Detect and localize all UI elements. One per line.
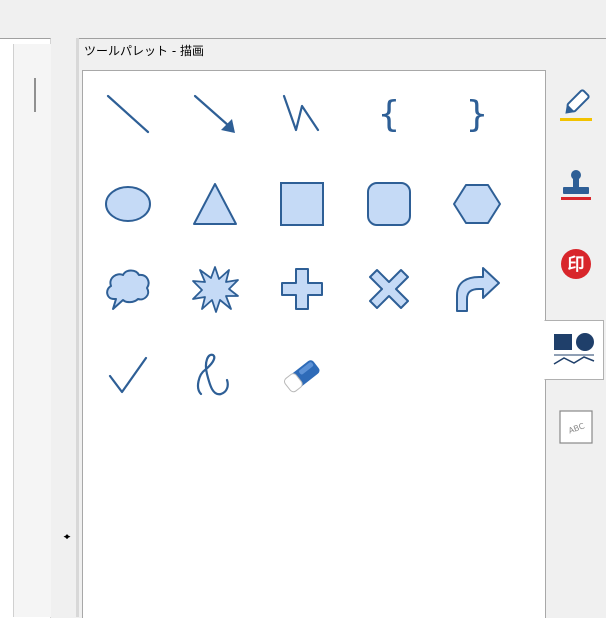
curved-arrow-tool[interactable] [449, 261, 505, 317]
checkmark-tool[interactable] [100, 348, 156, 404]
highlighter-tab[interactable] [548, 76, 604, 134]
right-brace-tool[interactable]: } [449, 86, 505, 142]
cloud-callout-icon [106, 269, 150, 310]
eraser-icon [284, 360, 320, 393]
document-edge [0, 50, 14, 617]
arrow-tool[interactable] [187, 86, 243, 142]
svg-text:}: } [466, 94, 488, 135]
triangle-icon [193, 183, 237, 225]
cross-tool[interactable] [361, 261, 417, 317]
shapes-icon [553, 333, 595, 365]
seal-icon: 印 [561, 249, 591, 279]
stamp-icon [561, 170, 591, 200]
rounded-rectangle-tool[interactable] [361, 176, 417, 232]
rectangle-tool[interactable] [274, 176, 330, 232]
text-box-icon: ABC [559, 410, 593, 444]
rectangle-icon [280, 182, 324, 226]
left-brace-icon: { [378, 94, 400, 135]
ellipse-icon [105, 186, 151, 222]
hexagon-icon [453, 184, 501, 224]
triangle-tool[interactable] [187, 176, 243, 232]
right-brace-icon: } [466, 94, 488, 135]
highlighter-icon [560, 89, 592, 121]
polyline-icon [282, 94, 320, 132]
line-icon [106, 94, 150, 134]
plus-tool[interactable] [274, 261, 330, 317]
eraser-tool[interactable] [274, 348, 330, 404]
left-brace-tool[interactable]: { [361, 86, 417, 142]
seal-tab[interactable]: 印 [548, 235, 604, 293]
cross-icon [369, 269, 409, 309]
splitter-grip-icon[interactable]: ◂▸ [58, 531, 74, 543]
drawing-tools-panel: { } [82, 70, 546, 618]
stamp-tab[interactable] [548, 156, 604, 214]
document-ruler [13, 44, 51, 617]
svg-text:印: 印 [568, 255, 585, 275]
ellipse-tool[interactable] [100, 176, 156, 232]
checkmark-icon [108, 356, 148, 394]
drawing-tab[interactable] [544, 320, 604, 380]
hexagon-tool[interactable] [449, 176, 505, 232]
cloud-callout-tool[interactable] [100, 261, 156, 317]
palette-side-tabs: 印 ABC [544, 70, 606, 617]
text-tab[interactable]: ABC [548, 398, 604, 456]
svg-text:{: { [378, 94, 400, 135]
plus-icon [281, 268, 323, 310]
text-cursor [34, 78, 36, 112]
freehand-tool[interactable] [187, 348, 243, 404]
explosion-icon [192, 266, 239, 313]
explosion-tool[interactable] [187, 261, 243, 317]
palette-title: ツールパレット - 描画 [84, 44, 204, 58]
line-tool[interactable] [100, 86, 156, 142]
freehand-loop-icon [196, 353, 229, 396]
rounded-rectangle-icon [367, 182, 411, 226]
polyline-tool[interactable] [274, 86, 330, 142]
curved-arrow-icon [456, 267, 500, 312]
arrow-icon [193, 94, 235, 133]
